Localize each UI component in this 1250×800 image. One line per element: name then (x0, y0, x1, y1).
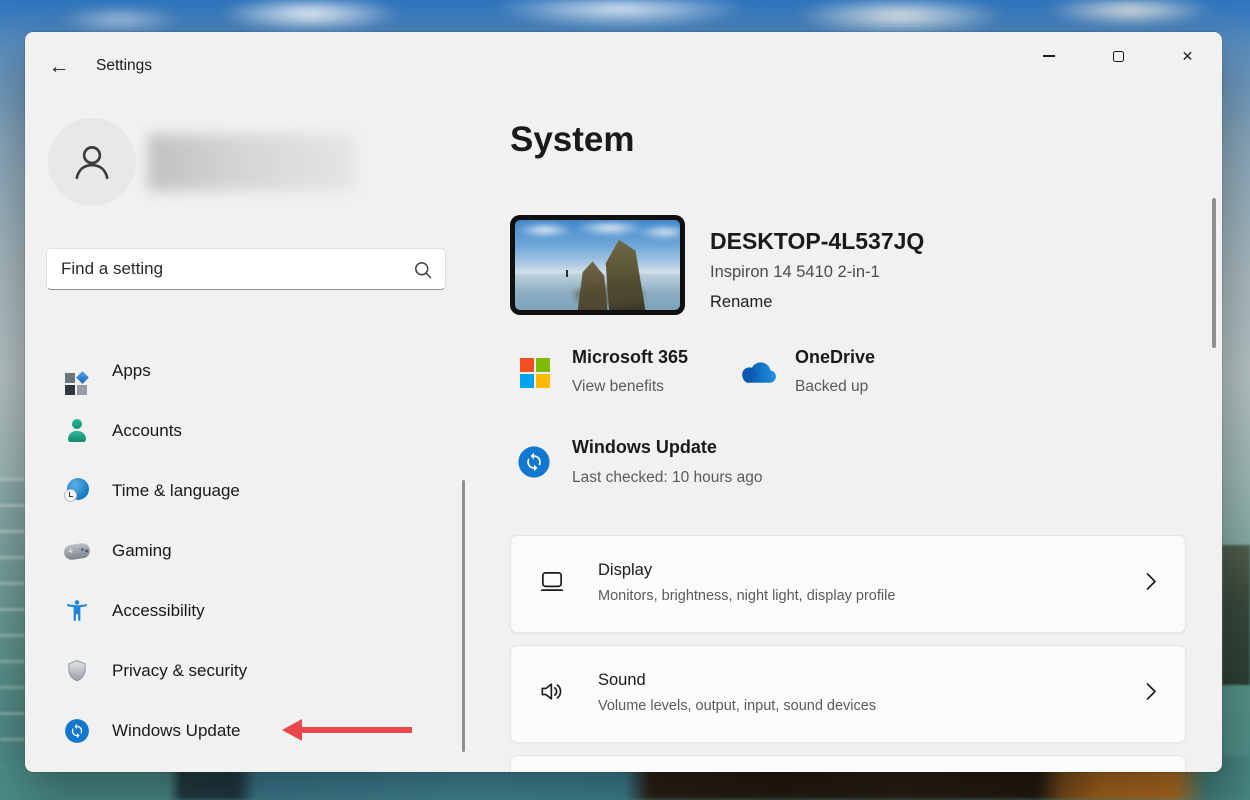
user-avatar[interactable] (48, 118, 136, 206)
sidebar-item-privacy-security[interactable]: Privacy & security (39, 641, 459, 701)
device-name: DESKTOP-4L537JQ (710, 228, 924, 255)
chevron-right-icon (1146, 683, 1157, 706)
close-icon: ✕ (1182, 48, 1194, 64)
minimize-icon (1043, 55, 1055, 56)
device-thumbnail (510, 215, 685, 315)
microsoft-365-card[interactable]: Microsoft 365 View benefits (520, 344, 720, 414)
wallpaper-rock (1222, 545, 1250, 685)
search-box (46, 248, 446, 290)
window-title: Settings (96, 57, 152, 75)
display-settings-card[interactable]: Display Monitors, brightness, night ligh… (510, 535, 1186, 633)
windows-update-icon (64, 718, 90, 744)
maximize-icon (1113, 51, 1124, 62)
sidebar-item-gaming[interactable]: + Gaming (39, 521, 459, 581)
view-benefits-link[interactable]: View benefits (572, 378, 664, 396)
accounts-icon (64, 418, 90, 444)
back-button[interactable]: ← (41, 49, 77, 85)
settings-window: ← Settings ✕ Apps (25, 32, 1222, 772)
sidebar-item-accessibility[interactable]: Accessibility (39, 581, 459, 641)
content-scrollbar[interactable] (1212, 198, 1216, 348)
wallpaper-waves (0, 478, 25, 768)
windows-update-icon (517, 445, 551, 484)
minimize-button[interactable] (1025, 36, 1072, 76)
next-settings-card-partial[interactable] (510, 755, 1186, 772)
rename-button[interactable]: Rename (710, 293, 772, 312)
display-icon (538, 568, 566, 601)
sidebar-item-apps[interactable]: Apps (39, 341, 459, 401)
maximize-button[interactable] (1095, 36, 1142, 76)
annotation-arrow-head (282, 719, 302, 741)
sidebar-scrollbar[interactable] (462, 480, 465, 752)
microsoft-logo (520, 358, 550, 388)
windows-update-status[interactable]: Windows Update Last checked: 10 hours ag… (517, 437, 917, 512)
device-model: Inspiron 14 5410 2-in-1 (710, 263, 880, 282)
time-language-icon (64, 478, 90, 504)
sidebar-item-time-language[interactable]: Time & language (39, 461, 459, 521)
backed-up-status: Backed up (795, 378, 868, 396)
sound-icon (538, 678, 566, 711)
accessibility-icon (64, 598, 90, 624)
search-icon[interactable] (414, 261, 432, 279)
sidebar-item-accounts[interactable]: Accounts (39, 401, 459, 461)
sidebar-nav: Apps Accounts Time & language + Gaming A… (39, 341, 459, 761)
desktop: ← Settings ✕ Apps (0, 0, 1250, 800)
last-checked-status: Last checked: 10 hours ago (572, 469, 762, 487)
page-title: System (510, 120, 635, 160)
onedrive-icon (737, 360, 779, 392)
person-icon (69, 139, 115, 185)
search-input[interactable] (61, 249, 401, 289)
device-wallpaper-preview (515, 220, 680, 310)
privacy-security-icon (64, 658, 90, 684)
user-name-redacted (148, 134, 356, 191)
gaming-icon: + (64, 538, 90, 564)
annotation-arrow (301, 727, 412, 733)
chevron-right-icon (1146, 573, 1157, 596)
onedrive-card[interactable]: OneDrive Backed up (735, 344, 925, 414)
close-button[interactable]: ✕ (1164, 36, 1211, 76)
sound-settings-card[interactable]: Sound Volume levels, output, input, soun… (510, 645, 1186, 743)
